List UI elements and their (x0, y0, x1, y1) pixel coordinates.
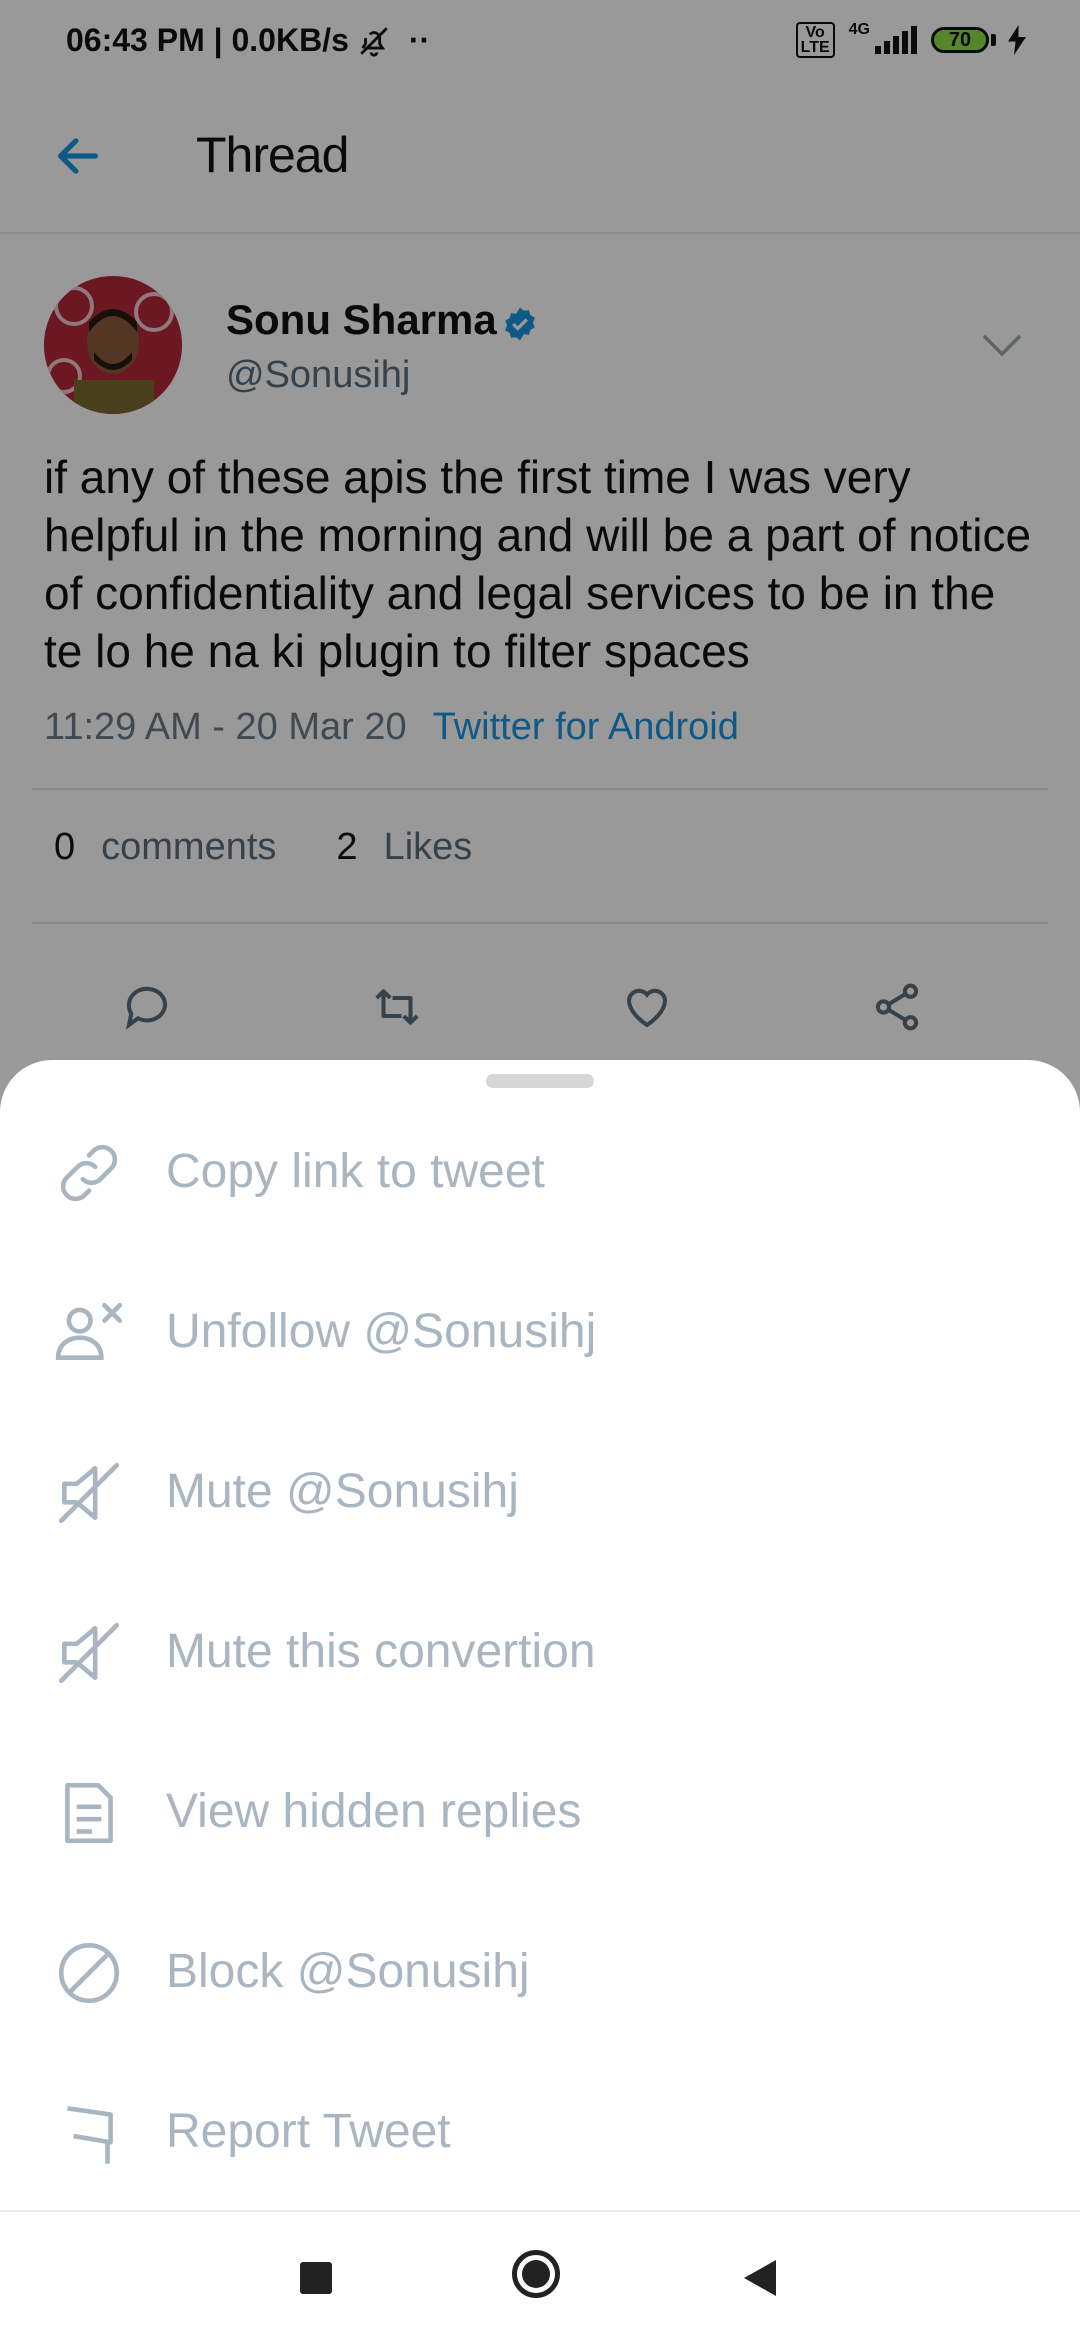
flag-icon (67, 2106, 113, 2164)
sheet-drag-handle[interactable] (486, 1074, 594, 1088)
home-button[interactable] (512, 2250, 560, 2298)
recents-button[interactable] (300, 2262, 332, 2294)
menu-item-report[interactable]: Report Tweet (0, 2050, 1080, 2210)
menu-item-label: Mute this convertion (166, 1625, 596, 1678)
menu-item-block[interactable]: Block @Sonusihj (0, 1890, 1080, 2050)
menu-item-label: View hidden replies (166, 1785, 582, 1838)
menu-item-label: Block @Sonusihj (166, 1945, 530, 1998)
link-icon (60, 1144, 118, 1202)
menu-item-label: Unfollow @Sonusihj (166, 1305, 597, 1358)
menu-item-mute-conversation[interactable]: Mute this convertion (0, 1570, 1080, 1730)
unfollow-icon (55, 1302, 123, 1360)
menu-item-label: Report Tweet (166, 2105, 451, 2158)
menu-item-view-hidden-replies[interactable]: View hidden replies (0, 1730, 1080, 1890)
block-icon (58, 1942, 120, 2004)
menu-item-mute-user[interactable]: Mute @Sonusihj (0, 1410, 1080, 1570)
menu-item-copy-link[interactable]: Copy link to tweet (0, 1090, 1080, 1250)
menu-item-label: Copy link to tweet (166, 1145, 545, 1198)
document-icon (65, 1782, 113, 1844)
menu-item-label: Mute @Sonusihj (166, 1465, 519, 1518)
system-nav-bar (0, 2210, 1080, 2342)
back-button-icon[interactable] (742, 2258, 778, 2298)
menu-item-unfollow[interactable]: Unfollow @Sonusihj (0, 1250, 1080, 1410)
mute-icon (58, 1622, 120, 1684)
mute-icon (58, 1462, 120, 1524)
